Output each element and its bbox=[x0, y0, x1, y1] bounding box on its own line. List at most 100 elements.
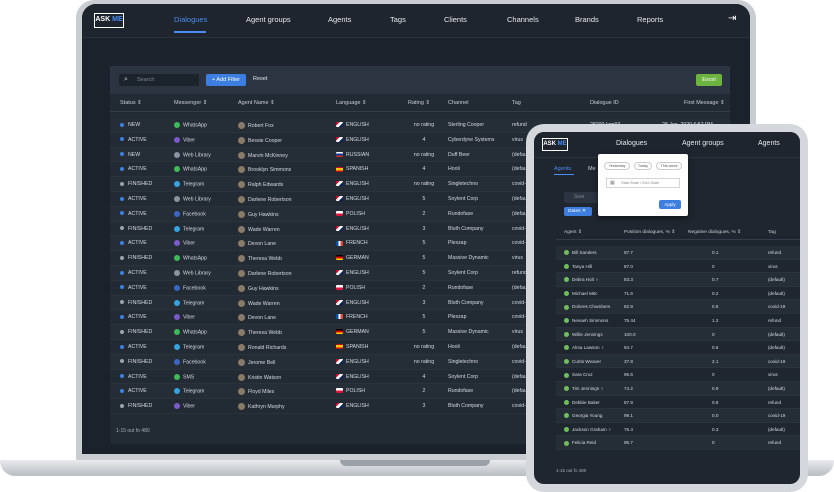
nav-channels[interactable]: Channels bbox=[507, 15, 539, 24]
tag-cell: virus bbox=[768, 372, 778, 378]
agent-row[interactable]: Tanya Hill 87.0 0 virus bbox=[556, 260, 800, 274]
agent-cell: Tim Jennings ♀ bbox=[564, 386, 604, 392]
status-badge: FINISHED bbox=[120, 403, 152, 409]
tag-cell: (default) bbox=[768, 331, 785, 337]
tab-me[interactable]: Me bbox=[588, 166, 596, 172]
col-rating[interactable]: Rating ⇕ bbox=[408, 100, 430, 106]
nav-clients[interactable]: Clients bbox=[444, 15, 467, 24]
tag-cell: (default) bbox=[768, 345, 785, 351]
avatar bbox=[238, 255, 245, 263]
date-range-placeholder: Start Date / End Date bbox=[621, 180, 660, 185]
agent-row[interactable]: Dolores Chambers 82.9 0.5 covid-19 bbox=[556, 300, 800, 314]
messenger-text: Web Library bbox=[183, 196, 211, 203]
channel-cell: Soylent Corp bbox=[448, 195, 478, 202]
search-placeholder: Search bbox=[137, 77, 155, 83]
language-text: ENGLISH bbox=[346, 181, 369, 188]
agent-row[interactable]: Tim Jennings ♀ 74.2 0.9 (default) bbox=[556, 381, 800, 396]
avatar bbox=[238, 136, 245, 144]
tablet-nav-agents[interactable]: Agents bbox=[758, 140, 780, 147]
agent-row[interactable]: Nevaeh Simmons 75.44 1.2 refund bbox=[556, 314, 800, 328]
agent-row[interactable]: Bill Sanders 87.7 0.1 refund bbox=[556, 246, 800, 260]
agent-cell: Georgia Young bbox=[564, 413, 602, 419]
status-badge: ACTIVE bbox=[120, 196, 147, 202]
col-agent-name[interactable]: Agent Name ⇕ bbox=[238, 100, 275, 106]
status-dot-icon bbox=[120, 152, 124, 157]
this-week-button[interactable]: This week bbox=[656, 162, 682, 170]
nav-agent-groups[interactable]: Agent groups bbox=[246, 15, 291, 24]
messenger-cell: Telegram bbox=[174, 388, 204, 395]
language-text: SPANISH bbox=[346, 166, 369, 173]
tablet-logo[interactable]: ASK ME bbox=[542, 138, 568, 151]
col-negative[interactable]: Negative dialogues, % ⇕ bbox=[688, 230, 741, 235]
language-cell: ENGLISH bbox=[336, 122, 369, 128]
dates-filter-chip[interactable]: Dates ✕ bbox=[564, 207, 592, 216]
tablet-pagination-info: 1-15 out fo 480 bbox=[556, 468, 587, 473]
channel-cell: Massive Dynamic bbox=[448, 255, 489, 262]
app-logo[interactable]: ASK ME bbox=[94, 13, 124, 28]
agent-cell: Ralph Edwards bbox=[238, 181, 283, 189]
agent-row[interactable]: Debbie Baker 87.9 0.8 refund bbox=[556, 396, 800, 410]
col-positive[interactable]: Position dialogues, % ⇕ bbox=[624, 230, 675, 235]
agent-row[interactable]: Sara Cruz 96.5 0 virus bbox=[556, 368, 800, 382]
add-filter-button[interactable]: + Add Filter bbox=[206, 74, 246, 86]
agent-name: Debbie Baker bbox=[572, 399, 600, 405]
agent-row[interactable]: Michael Mitc 71.6 0.2 (default) bbox=[556, 287, 800, 301]
today-button[interactable]: Today bbox=[634, 162, 652, 170]
flag-icon bbox=[336, 403, 343, 409]
agent-row[interactable]: Willie Jennings 100.0 0 (default) bbox=[556, 327, 800, 342]
agent-row[interactable]: Georgia Young 99.1 0.0 covid-19 bbox=[556, 409, 800, 423]
messenger-cell: Facebook bbox=[174, 210, 206, 218]
yesterday-button[interactable]: Yesterday bbox=[604, 162, 630, 170]
tab-agents[interactable]: Agents bbox=[554, 166, 571, 172]
logout-icon[interactable]: ⇥ bbox=[728, 13, 740, 25]
col-first-message[interactable]: First Message ⇕ bbox=[684, 100, 725, 106]
messenger-icon bbox=[174, 314, 180, 321]
col-messenger[interactable]: Messenger ⇕ bbox=[174, 100, 207, 106]
flag-icon bbox=[336, 122, 343, 128]
agent-row[interactable]: Alma Lawson ♀ 94.7 0.6 (default) bbox=[556, 341, 800, 355]
reset-button[interactable]: Reset bbox=[253, 76, 267, 82]
avatar bbox=[238, 343, 245, 351]
agent-row[interactable]: Felicia Reid 95.7 0 refund bbox=[556, 436, 800, 450]
flag-icon bbox=[336, 299, 343, 305]
agent-cell: Brooklyn Simmons bbox=[238, 166, 291, 174]
status-dot-icon bbox=[120, 211, 124, 216]
col-language[interactable]: Language ⇕ bbox=[336, 100, 367, 106]
tag-cell: (defau bbox=[512, 373, 527, 380]
language-cell: ENGLISH bbox=[336, 403, 369, 409]
col-agent[interactable]: Agent ⇕ bbox=[564, 230, 582, 235]
agent-row[interactable]: Curtis Weaver 37.8 2.1 covid-19 bbox=[556, 354, 800, 369]
nav-tags[interactable]: Tags bbox=[390, 15, 406, 24]
status-badge: ACTIVE bbox=[120, 314, 147, 320]
search-input[interactable]: ⌕ Search bbox=[119, 74, 199, 86]
flag-icon bbox=[336, 329, 343, 335]
nav-dialogues[interactable]: Dialogues bbox=[174, 15, 207, 24]
messenger-text: Facebook bbox=[183, 211, 206, 218]
messenger-icon bbox=[174, 225, 180, 232]
tablet-nav-dialogues[interactable]: Dialogues bbox=[616, 140, 647, 147]
agent-row[interactable]: Debra Holt ♀ 83.3 0.7 (default) bbox=[556, 273, 800, 287]
apply-button[interactable]: Apply bbox=[659, 200, 681, 209]
nav-agents[interactable]: Agents bbox=[328, 15, 351, 24]
status-badge: ACTIVE bbox=[120, 270, 147, 276]
agent-cell: Michael Mitc bbox=[564, 291, 598, 297]
messenger-cell: Web Library bbox=[174, 151, 211, 158]
col-status[interactable]: Status ⇕ bbox=[120, 100, 142, 106]
nav-reports[interactable]: Reports bbox=[637, 15, 663, 24]
language-text: FRENCH bbox=[346, 314, 368, 321]
agent-row[interactable]: Jackson Graham ♀ 76.4 0.3 (default) bbox=[556, 423, 800, 437]
status-text: FINISHED bbox=[128, 358, 153, 365]
tag-cell: refund bbox=[512, 269, 527, 276]
messenger-icon bbox=[174, 181, 180, 188]
agent-cell: Ronald Richards bbox=[238, 343, 286, 351]
date-range-input[interactable]: ▦ Start Date / End Date bbox=[606, 178, 680, 188]
flag-icon bbox=[336, 388, 343, 394]
nav-brands[interactable]: Brands bbox=[575, 15, 599, 24]
negative-cell: 0.2 bbox=[712, 290, 719, 296]
excel-export-button[interactable]: Excel bbox=[696, 74, 722, 86]
tag-cell: (defau bbox=[512, 343, 527, 350]
messenger-cell: WhatsApp bbox=[174, 329, 207, 336]
channel-cell: Plexzap bbox=[448, 314, 467, 321]
tablet-nav-agent-groups[interactable]: Agent groups bbox=[682, 140, 724, 147]
laptop-notch bbox=[340, 460, 490, 466]
